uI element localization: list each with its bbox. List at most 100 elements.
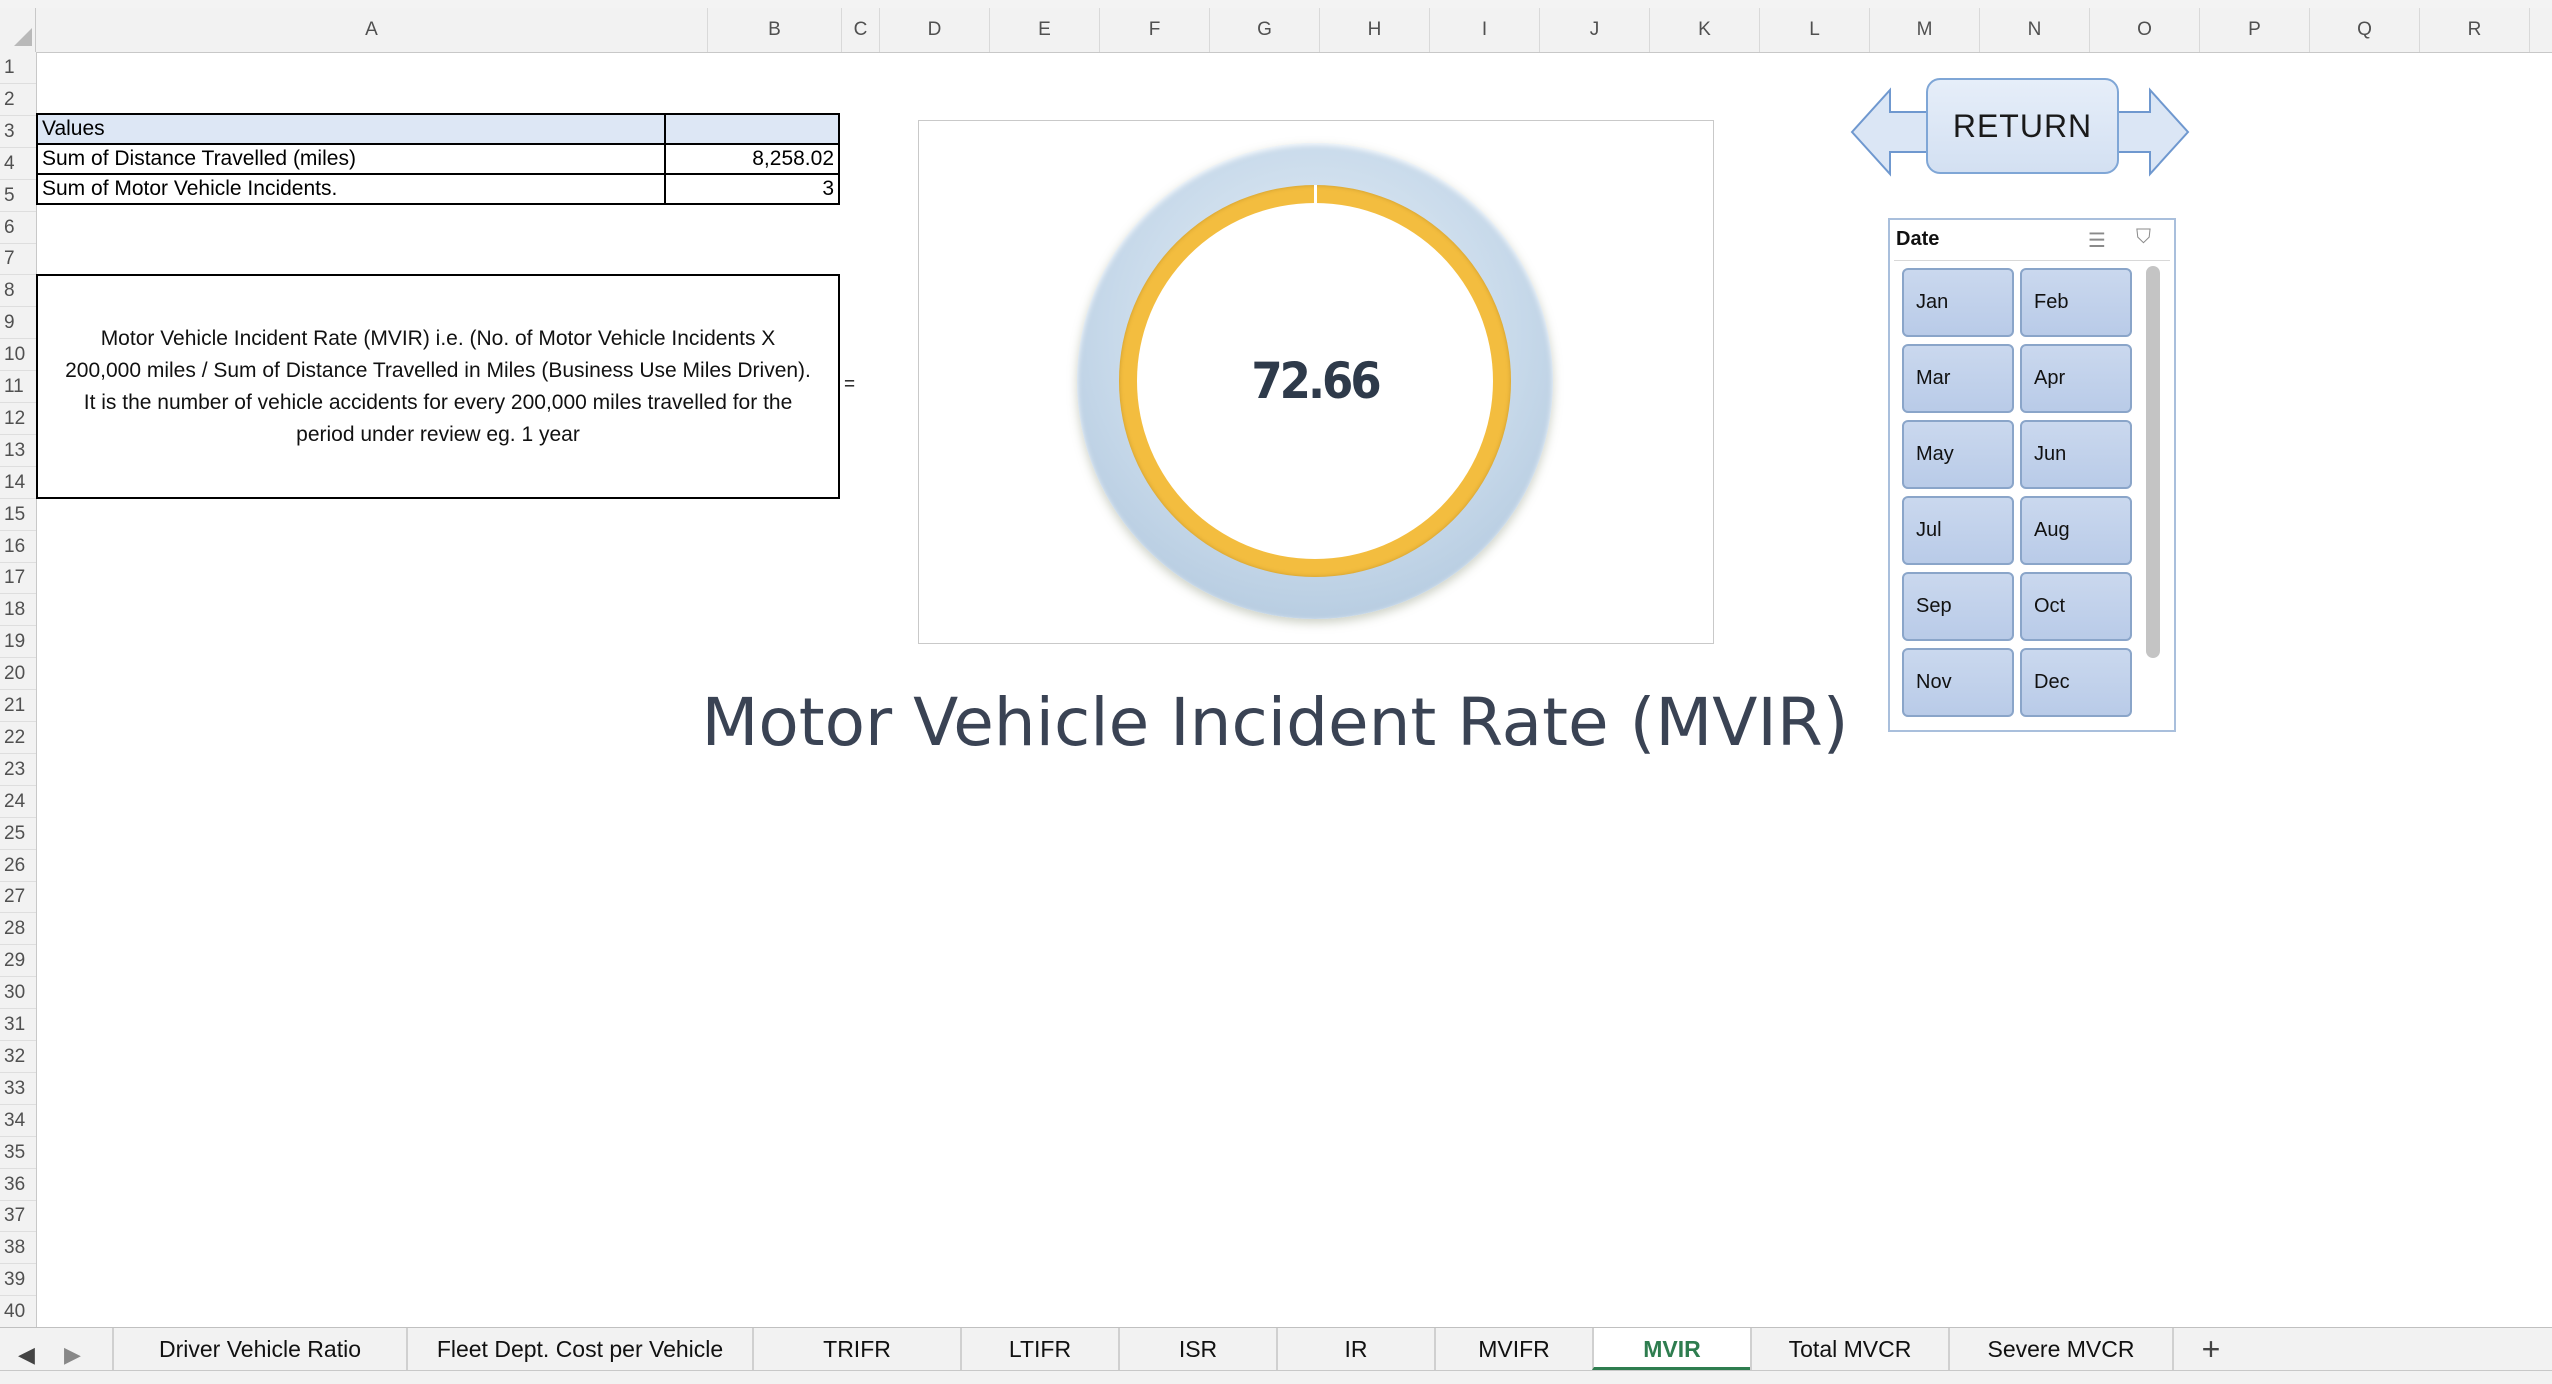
tab-fleet-dept-cost[interactable]: Fleet Dept. Cost per Vehicle bbox=[406, 1328, 752, 1370]
row-header-32[interactable]: 32 bbox=[0, 1041, 36, 1073]
add-sheet-button[interactable]: + bbox=[2184, 1328, 2238, 1370]
row-header-6[interactable]: 6 bbox=[0, 212, 36, 244]
column-header-n[interactable]: N bbox=[1980, 8, 2090, 52]
row-header-34[interactable]: 34 bbox=[0, 1105, 36, 1137]
slicer-item-oct[interactable]: Oct bbox=[2020, 572, 2132, 641]
row-header-18[interactable]: 18 bbox=[0, 594, 36, 627]
row-header-27[interactable]: 27 bbox=[0, 881, 36, 914]
column-header-r[interactable]: R bbox=[2420, 8, 2530, 52]
tab-scroll-left-icon[interactable]: ◀ bbox=[18, 1342, 35, 1368]
mvir-gauge-chart[interactable]: 72.66 bbox=[918, 120, 1714, 644]
row-header-26[interactable]: 26 bbox=[0, 850, 36, 882]
column-header-m[interactable]: M bbox=[1870, 8, 1980, 52]
pivot-row-distance-label[interactable]: Sum of Distance Travelled (miles) bbox=[35, 143, 667, 175]
row-header-3[interactable]: 3 bbox=[0, 116, 36, 148]
row-header-21[interactable]: 21 bbox=[0, 690, 36, 722]
row-header-30[interactable]: 30 bbox=[0, 977, 36, 1010]
column-header-q[interactable]: Q bbox=[2310, 8, 2420, 52]
column-header-g[interactable]: G bbox=[1210, 8, 1320, 52]
row-header-14[interactable]: 14 bbox=[0, 467, 36, 499]
select-all-corner[interactable] bbox=[0, 8, 36, 52]
row-header-13[interactable]: 13 bbox=[0, 435, 36, 467]
slicer-item-apr[interactable]: Apr bbox=[2020, 344, 2132, 413]
row-header-19[interactable]: 19 bbox=[0, 626, 36, 659]
slicer-item-jul[interactable]: Jul bbox=[1902, 496, 2014, 565]
tab-severe-mvcr[interactable]: Severe MVCR bbox=[1948, 1328, 2174, 1370]
return-button[interactable]: RETURN bbox=[1926, 78, 2119, 174]
pivot-row-distance-value[interactable]: 8,258.02 bbox=[664, 143, 840, 175]
column-header-c[interactable]: C bbox=[842, 8, 880, 52]
slicer-item-dec[interactable]: Dec bbox=[2020, 648, 2132, 717]
row-header-1[interactable]: 1 bbox=[0, 52, 36, 84]
gauge-value: 72.66 bbox=[1251, 352, 1381, 410]
tab-mvir[interactable]: MVIR bbox=[1592, 1328, 1750, 1370]
column-header-d[interactable]: D bbox=[880, 8, 990, 52]
slicer-item-nov[interactable]: Nov bbox=[1902, 648, 2014, 717]
row-header-33[interactable]: 33 bbox=[0, 1073, 36, 1105]
slicer-item-jun[interactable]: Jun bbox=[2020, 420, 2132, 489]
row-header-5[interactable]: 5 bbox=[0, 180, 36, 212]
column-header-e[interactable]: E bbox=[990, 8, 1100, 52]
equals-sign-cell[interactable]: = bbox=[844, 374, 855, 396]
slicer-item-jan[interactable]: Jan bbox=[1902, 268, 2014, 337]
row-header-35[interactable]: 35 bbox=[0, 1137, 36, 1169]
row-header-29[interactable]: 29 bbox=[0, 945, 36, 978]
row-header-11[interactable]: 11 bbox=[0, 371, 36, 403]
row-header-12[interactable]: 12 bbox=[0, 403, 36, 435]
row-header-16[interactable]: 16 bbox=[0, 531, 36, 563]
row-header-40[interactable]: 40 bbox=[0, 1296, 36, 1329]
column-header-j[interactable]: J bbox=[1540, 8, 1650, 52]
row-header-37[interactable]: 37 bbox=[0, 1200, 36, 1233]
multi-select-icon[interactable]: ☰ bbox=[2088, 228, 2106, 253]
row-header-20[interactable]: 20 bbox=[0, 658, 36, 691]
row-header-7[interactable]: 7 bbox=[0, 243, 36, 276]
column-header-b[interactable]: B bbox=[708, 8, 842, 52]
slicer-item-aug[interactable]: Aug bbox=[2020, 496, 2132, 565]
tab-isr[interactable]: ISR bbox=[1118, 1328, 1276, 1370]
slicer-item-mar[interactable]: Mar bbox=[1902, 344, 2014, 413]
column-header-h[interactable]: H bbox=[1320, 8, 1430, 52]
tab-trifr[interactable]: TRIFR bbox=[752, 1328, 960, 1370]
row-header-38[interactable]: 38 bbox=[0, 1232, 36, 1265]
column-header-o[interactable]: O bbox=[2090, 8, 2200, 52]
tab-scroll-right-icon[interactable]: ▶ bbox=[64, 1342, 81, 1368]
tab-driver-vehicle-ratio[interactable]: Driver Vehicle Ratio bbox=[112, 1328, 406, 1370]
row-header-8[interactable]: 8 bbox=[0, 275, 36, 308]
tab-total-mvcr[interactable]: Total MVCR bbox=[1750, 1328, 1948, 1370]
row-header-10[interactable]: 10 bbox=[0, 339, 36, 372]
row-header-36[interactable]: 36 bbox=[0, 1169, 36, 1201]
row-header-23[interactable]: 23 bbox=[0, 754, 36, 786]
row-header-31[interactable]: 31 bbox=[0, 1009, 36, 1041]
row-header-28[interactable]: 28 bbox=[0, 913, 36, 946]
row-header-bar: 1 2 3 4 5 6 7 8 9 10 11 12 13 14 15 16 17 18 19 20 21 22 23 24 2… bbox=[0, 52, 37, 1329]
row-header-39[interactable]: 39 bbox=[0, 1264, 36, 1297]
column-header-k[interactable]: K bbox=[1650, 8, 1760, 52]
column-header-f[interactable]: F bbox=[1100, 8, 1210, 52]
pivot-row-incidents-value[interactable]: 3 bbox=[664, 173, 840, 205]
date-slicer[interactable]: Date ☰ ⛉ Jan Feb Mar Apr May Jun Jul Aug… bbox=[1888, 218, 2176, 732]
row-header-17[interactable]: 17 bbox=[0, 562, 36, 595]
tab-ltifr[interactable]: LTIFR bbox=[960, 1328, 1118, 1370]
pivot-row-incidents-label[interactable]: Sum of Motor Vehicle Incidents. bbox=[35, 173, 667, 205]
column-header-l[interactable]: L bbox=[1760, 8, 1870, 52]
row-header-4[interactable]: 4 bbox=[0, 148, 36, 180]
slicer-item-sep[interactable]: Sep bbox=[1902, 572, 2014, 641]
clear-filter-icon[interactable]: ⛉ bbox=[2136, 226, 2151, 249]
pivot-header-empty[interactable] bbox=[664, 113, 840, 145]
row-header-15[interactable]: 15 bbox=[0, 499, 36, 531]
row-header-24[interactable]: 24 bbox=[0, 786, 36, 818]
slicer-item-feb[interactable]: Feb bbox=[2020, 268, 2132, 337]
slicer-scrollbar[interactable] bbox=[2146, 266, 2160, 658]
column-header-i[interactable]: I bbox=[1430, 8, 1540, 52]
column-header-p[interactable]: P bbox=[2200, 8, 2310, 52]
pivot-header-values[interactable]: Values bbox=[35, 113, 667, 145]
column-header-a[interactable]: A bbox=[36, 8, 708, 52]
formula-description-cell[interactable]: Motor Vehicle Incident Rate (MVIR) i.e. … bbox=[36, 274, 840, 499]
row-header-2[interactable]: 2 bbox=[0, 84, 36, 116]
tab-mvifr[interactable]: MVIFR bbox=[1434, 1328, 1592, 1370]
row-header-9[interactable]: 9 bbox=[0, 307, 36, 340]
row-header-22[interactable]: 22 bbox=[0, 722, 36, 754]
tab-ir[interactable]: IR bbox=[1276, 1328, 1434, 1370]
slicer-item-may[interactable]: May bbox=[1902, 420, 2014, 489]
row-header-25[interactable]: 25 bbox=[0, 818, 36, 850]
